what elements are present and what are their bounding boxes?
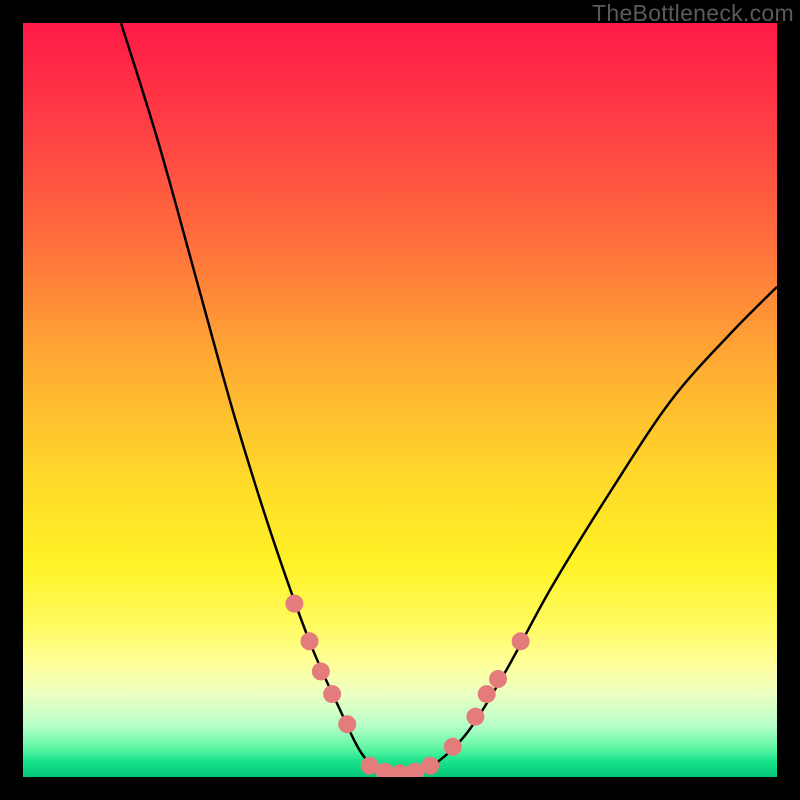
watermark-text: TheBottleneck.com (592, 0, 794, 27)
curve-marker (478, 685, 496, 703)
chart-frame (23, 23, 777, 777)
curve-marker (489, 670, 507, 688)
curve-markers-group (285, 595, 529, 777)
curve-marker (421, 757, 439, 775)
curve-marker (285, 595, 303, 613)
bottleneck-curve-svg (23, 23, 777, 777)
curve-marker (466, 708, 484, 726)
curve-marker (312, 662, 330, 680)
curve-marker (323, 685, 341, 703)
curve-marker (444, 738, 462, 756)
curve-marker (338, 715, 356, 733)
curve-marker (512, 632, 530, 650)
bottleneck-curve (121, 23, 777, 775)
curve-marker (301, 632, 319, 650)
